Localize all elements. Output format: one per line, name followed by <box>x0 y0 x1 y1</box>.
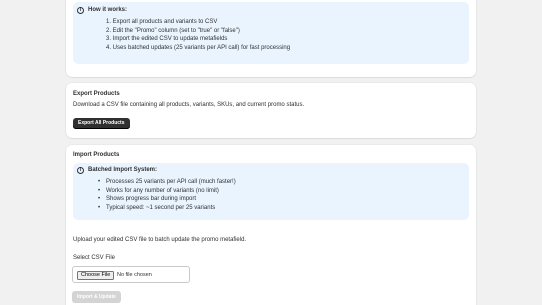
import-products-card: Import Products i Batched Import System:… <box>66 145 476 305</box>
how-it-works-step: 1. Export all products and variants to C… <box>106 19 218 25</box>
export-all-products-button[interactable]: Export All Products <box>73 118 130 129</box>
select-csv-label: Select CSV File <box>73 255 116 261</box>
export-products-card: Export Products Download a CSV file cont… <box>66 83 476 138</box>
info-icon: i <box>77 7 84 14</box>
batched-import-feature: Processes 25 variants per API call (much… <box>98 178 236 187</box>
how-it-works-card: i How it works: 1. Export all products a… <box>66 0 476 77</box>
how-it-works-step: 3. Import the edited CSV to update metaf… <box>106 36 228 43</box>
batched-import-feature: Works for any number of variants (no lim… <box>98 187 236 196</box>
how-it-works-steps: 1. Export all products and variants to C… <box>106 18 290 53</box>
info-icon: i <box>77 167 84 174</box>
csv-file-input[interactable]: Choose File No file chosen <box>72 266 190 283</box>
import-heading: Import Products <box>73 152 120 158</box>
upload-instructions: Upload your edited CSV file to batch upd… <box>73 237 247 243</box>
export-heading: Export Products <box>73 91 120 97</box>
batched-import-banner: i Batched Import System: Processes 25 va… <box>73 163 469 220</box>
how-it-works-step: 4. Uses batched updates (25 variants per… <box>106 45 291 52</box>
choose-file-button[interactable]: Choose File <box>77 270 115 280</box>
how-it-works-step: 2. Edit the "Promo" column (set to "true… <box>106 27 240 34</box>
export-description: Download a CSV file containing all produ… <box>73 102 305 108</box>
how-it-works-banner: i How it works: 1. Export all products a… <box>73 2 469 64</box>
batched-import-feature: Typical speed: ~1 second per 25 variants <box>98 204 236 213</box>
how-it-works-title: How it works: <box>88 7 128 13</box>
import-update-button[interactable]: Import & Update <box>72 291 121 303</box>
file-status-text: No file chosen <box>117 271 152 278</box>
batched-import-feature: Shows progress bar during import <box>98 195 236 204</box>
batched-import-title: Batched Import System: <box>88 167 158 173</box>
batched-import-features: Processes 25 variants per API call (much… <box>98 178 236 213</box>
